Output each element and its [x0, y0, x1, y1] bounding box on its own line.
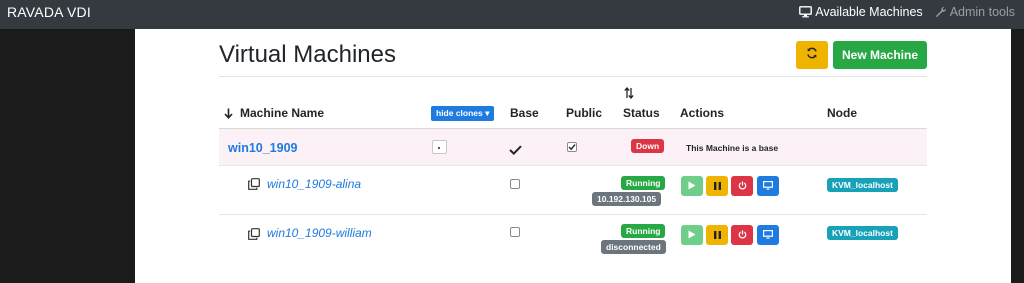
left-sidebar-area: [0, 29, 135, 283]
header-base: Base: [510, 106, 539, 120]
public-checkbox-clone[interactable]: [510, 179, 520, 189]
header-public: Public: [566, 106, 603, 120]
power-icon: [738, 177, 747, 195]
navbar-links: Available Machines Admin tools: [799, 5, 1015, 19]
caret-down-icon: ▾: [485, 108, 490, 118]
right-edge-area: [1011, 29, 1024, 283]
play-icon: [688, 177, 696, 195]
shutdown-button[interactable]: [731, 176, 753, 196]
monitor-icon: [763, 226, 774, 244]
power-icon: [738, 226, 747, 244]
nav-available-machines[interactable]: Available Machines: [799, 5, 923, 19]
view-screen-button[interactable]: [757, 176, 779, 196]
start-button[interactable]: [681, 176, 703, 196]
public-checkbox-base[interactable]: [567, 142, 577, 152]
refresh-icon: [806, 46, 818, 64]
pause-icon: [713, 177, 721, 195]
monitor-icon: [763, 177, 774, 195]
sort-icon[interactable]: [624, 86, 634, 104]
start-button[interactable]: [681, 225, 703, 245]
connection-badge: disconnected: [601, 240, 666, 254]
page-title: Virtual Machines: [219, 41, 396, 68]
row-divider: [219, 165, 927, 166]
ip-address-badge: 10.192.130.105: [592, 192, 662, 206]
clone-icon: [248, 227, 260, 245]
title-divider: [219, 76, 927, 77]
node-badge[interactable]: KVM_localhost: [827, 178, 898, 192]
header-node: Node: [827, 106, 857, 120]
row-divider: [219, 214, 927, 215]
monitor-icon: [799, 6, 813, 18]
clone-name-link[interactable]: win10_1909-alina: [267, 177, 361, 191]
pause-button[interactable]: [706, 225, 728, 245]
pause-button[interactable]: [706, 176, 728, 196]
status-badge-clone: Running: [621, 224, 666, 238]
base-machine-name-link[interactable]: win10_1909: [228, 141, 298, 155]
header-status[interactable]: Status: [623, 106, 660, 120]
clone-icon: [248, 177, 260, 195]
header-actions: Actions: [680, 106, 725, 120]
status-badge-base: Down: [631, 139, 665, 153]
refresh-button[interactable]: [796, 41, 828, 69]
clone-name-link[interactable]: win10_1909-william: [267, 226, 372, 240]
base-machine-dropdown-button[interactable]: [432, 140, 447, 154]
hide-clones-button[interactable]: hide clones ▾: [431, 106, 495, 121]
base-machine-note: This Machine is a base: [686, 143, 779, 153]
arrow-down-icon[interactable]: [224, 106, 233, 124]
new-machine-button[interactable]: New Machine: [833, 41, 927, 69]
top-navbar: RAVADA VDI Available Machines Admin tool…: [0, 0, 1024, 29]
nav-admin-tools-label: Admin tools: [949, 5, 1015, 19]
wrench-icon: [935, 6, 947, 18]
nav-available-machines-label: Available Machines: [815, 5, 923, 19]
node-badge[interactable]: KVM_localhost: [827, 226, 898, 240]
pause-icon: [713, 226, 721, 244]
brand-logo[interactable]: RAVADA VDI: [7, 4, 91, 20]
public-checkbox-clone[interactable]: [510, 227, 520, 237]
view-screen-button[interactable]: [757, 225, 779, 245]
header-machine-name[interactable]: Machine Name: [240, 106, 324, 120]
main-content: Virtual Machines New Machine Machine Nam…: [135, 29, 1011, 283]
status-badge-clone: Running: [621, 176, 666, 190]
base-check-icon: [509, 142, 522, 160]
shutdown-button[interactable]: [731, 225, 753, 245]
hide-clones-label: hide clones: [436, 108, 483, 118]
play-icon: [688, 226, 696, 244]
nav-admin-tools[interactable]: Admin tools: [935, 5, 1015, 19]
